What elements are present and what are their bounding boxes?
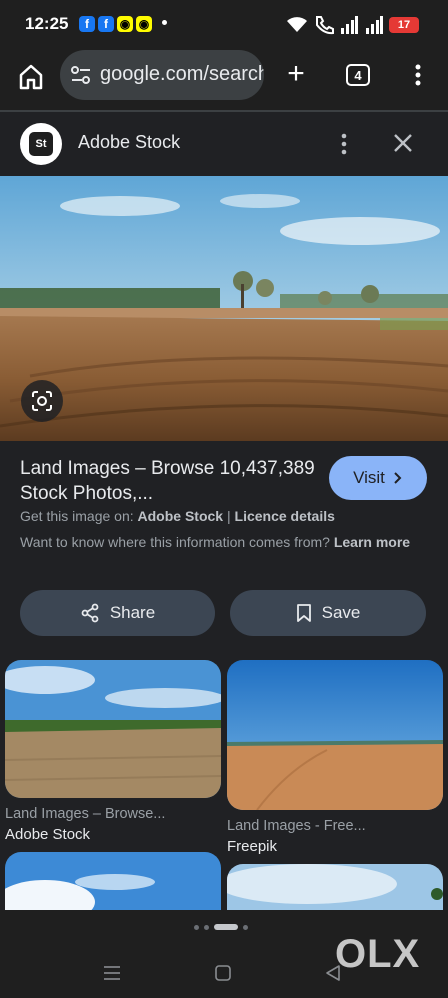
facebook-icon: f xyxy=(79,16,95,32)
hero-image[interactable] xyxy=(0,176,448,441)
related-result[interactable] xyxy=(227,864,443,912)
bookmark-icon xyxy=(296,604,311,622)
related-title: Land Images - Free... xyxy=(227,818,366,834)
url-bar[interactable]: google.com/search xyxy=(60,50,264,100)
get-image-source-link[interactable]: Adobe Stock xyxy=(138,508,224,524)
related-image[interactable] xyxy=(5,852,221,912)
panel-header: St Adobe Stock xyxy=(0,112,448,174)
chevron-right-icon xyxy=(394,472,402,484)
snapchat-icon: ◉ xyxy=(136,16,152,32)
save-button[interactable]: Save xyxy=(230,590,426,636)
wifi-icon xyxy=(287,17,307,32)
visit-button[interactable]: Visit xyxy=(329,456,427,500)
share-icon xyxy=(81,603,99,623)
more-menu-icon[interactable] xyxy=(408,64,428,86)
related-image[interactable] xyxy=(227,660,443,810)
info-text: Want to know where this information come… xyxy=(20,534,411,550)
related-source: Freepik xyxy=(227,838,278,855)
learn-more-link[interactable]: Learn more xyxy=(334,534,410,550)
related-title: Land Images – Browse... xyxy=(5,806,166,822)
result-title[interactable]: Land Images – Browse 10,437,389 Stock Ph… xyxy=(20,456,320,506)
close-icon[interactable] xyxy=(390,130,416,156)
status-bar: 12:25 f f ◉ ◉ 17 xyxy=(0,0,448,50)
bottom-area: OLX xyxy=(0,910,448,998)
related-result[interactable]: Land Images – Browse... Adobe Stock xyxy=(5,660,221,843)
related-result[interactable]: Land Images - Free... Freepik xyxy=(227,660,443,855)
site-settings-icon[interactable] xyxy=(70,65,92,85)
related-source: Adobe Stock xyxy=(5,826,91,843)
url-text: google.com/search xyxy=(100,63,264,85)
facebook-icon: f xyxy=(98,16,114,32)
more-notifications-dot xyxy=(162,20,167,25)
related-result[interactable] xyxy=(5,852,221,912)
signal-icon-2 xyxy=(366,16,383,34)
battery-indicator: 17 xyxy=(389,17,419,33)
snapchat-icon: ◉ xyxy=(117,16,133,32)
source-name: Adobe Stock xyxy=(78,132,181,152)
get-image-line: Get this image on: Adobe Stock | Licence… xyxy=(20,508,335,524)
system-nav-bar xyxy=(0,960,448,998)
page-indicator xyxy=(194,924,248,930)
home-icon[interactable] xyxy=(16,62,46,92)
image-detail-panel: St Adobe Stock Land Images – Browse 10,4… xyxy=(0,110,448,912)
back-nav-icon[interactable] xyxy=(324,964,342,982)
google-lens-button[interactable] xyxy=(21,380,63,422)
related-image[interactable] xyxy=(5,660,221,798)
signal-icon xyxy=(341,16,358,34)
new-tab-button[interactable]: + xyxy=(284,59,308,90)
more-options-icon[interactable] xyxy=(334,132,354,156)
home-nav-icon[interactable] xyxy=(214,964,232,982)
browser-toolbar: google.com/search + 4 xyxy=(0,50,448,110)
lens-icon xyxy=(32,391,52,411)
call-icon xyxy=(316,16,334,35)
share-button[interactable]: Share xyxy=(20,590,215,636)
related-image[interactable] xyxy=(227,864,443,912)
tab-switcher-button[interactable]: 4 xyxy=(346,64,370,86)
adobe-stock-logo: St xyxy=(20,123,62,165)
recents-icon[interactable] xyxy=(103,965,121,981)
status-time: 12:25 xyxy=(25,14,69,33)
licence-details-link[interactable]: Licence details xyxy=(235,508,335,524)
